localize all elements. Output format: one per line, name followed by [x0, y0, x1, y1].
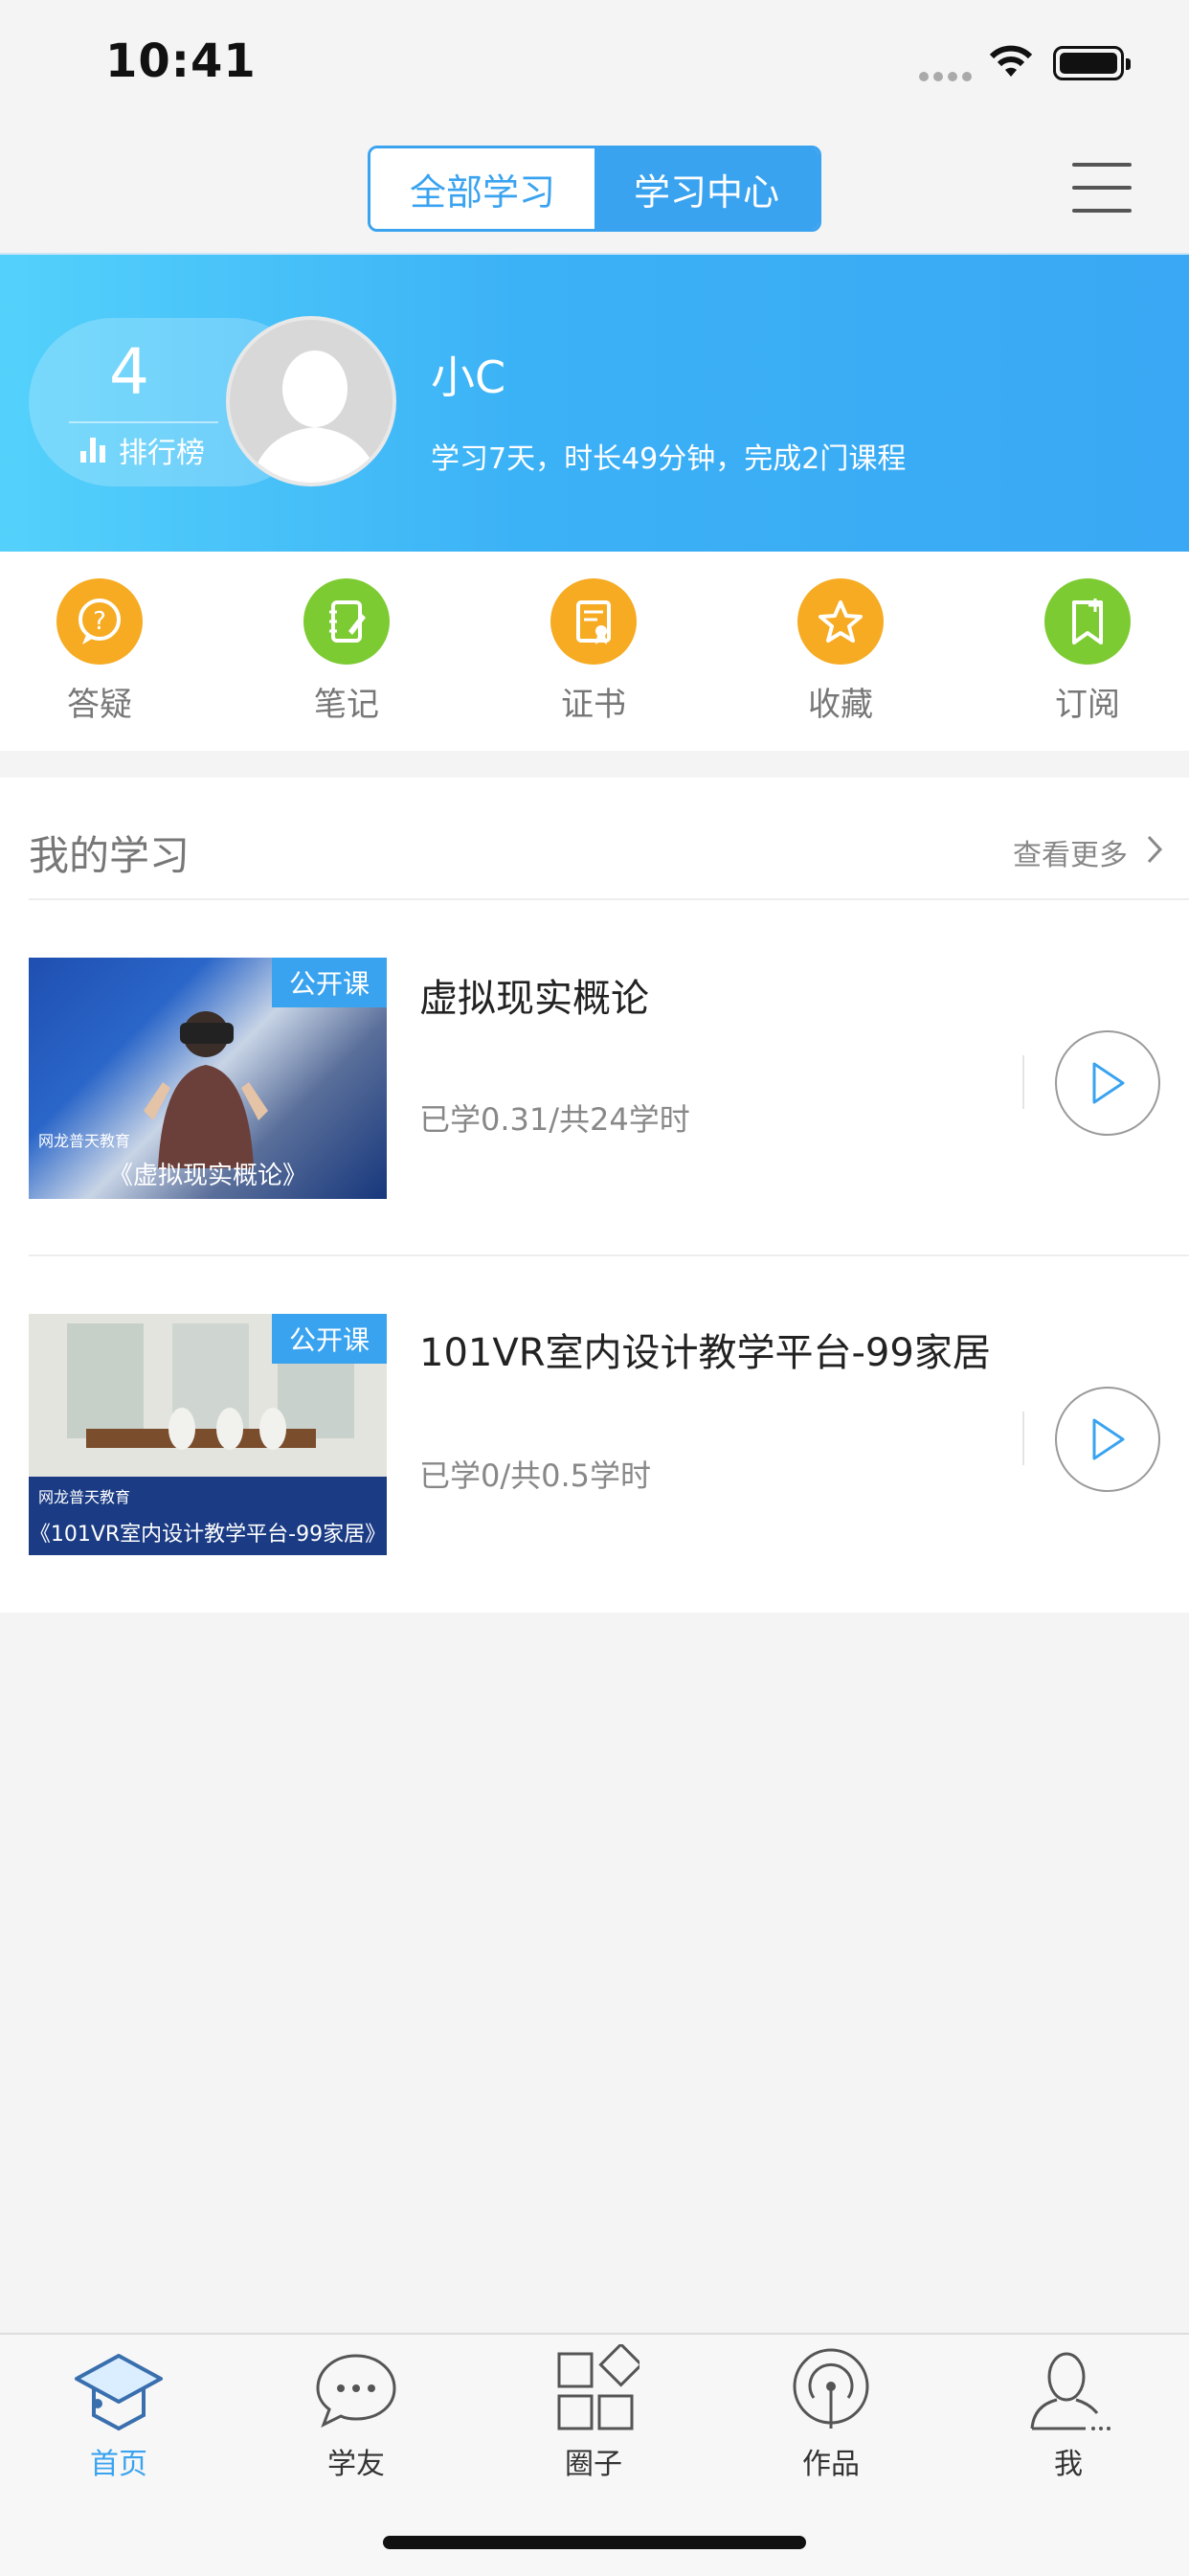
- thumbnail-caption: 《虚拟现实概论》: [107, 1162, 307, 1190]
- course-progress: 已学0/共0.5学时: [419, 1457, 652, 1494]
- tab-friends[interactable]: 学友: [280, 2344, 433, 2482]
- learning-stats: 学习7天，时长49分钟，完成2门课程: [431, 442, 907, 476]
- vertical-divider: [1022, 1412, 1024, 1465]
- action-qa[interactable]: ? 答疑: [23, 578, 176, 725]
- course-title[interactable]: 101VR室内设计教学平台-99家居: [419, 1322, 991, 1377]
- tab-all-learning[interactable]: 全部学习: [370, 148, 594, 229]
- username: 小C: [431, 351, 506, 403]
- home-indicator: [383, 2536, 806, 2549]
- wifi-icon: [989, 45, 1033, 77]
- course-progress: 已学0.31/共24学时: [419, 1101, 690, 1138]
- tab-home-label: 首页: [90, 2448, 147, 2481]
- user-icon: [1030, 2352, 1110, 2430]
- action-certificate[interactable]: 证书: [517, 578, 670, 725]
- play-button[interactable]: [1055, 1030, 1160, 1136]
- action-notes-label: 笔记: [314, 686, 379, 724]
- hamburger-icon[interactable]: [1072, 163, 1132, 216]
- course-thumbnail[interactable]: 公开课 网龙普天教育 《虚拟现实概论》: [29, 958, 387, 1199]
- graduation-cap-icon: [75, 2354, 163, 2431]
- segmented-control: 全部学习 学习中心: [368, 146, 821, 232]
- vertical-divider: [1022, 1055, 1024, 1109]
- play-icon: [1092, 1062, 1125, 1104]
- tab-circles-label: 圈子: [565, 2448, 622, 2481]
- bookmark-plus-icon: [1044, 578, 1131, 665]
- thumbnail-brand: 网龙普天教育: [38, 1488, 131, 1506]
- tab-me[interactable]: 我: [992, 2344, 1145, 2482]
- question-bubble-icon: ?: [56, 578, 143, 665]
- battery-icon: [1053, 46, 1131, 80]
- action-favorites-label: 收藏: [808, 686, 873, 724]
- action-qa-label: 答疑: [67, 686, 132, 724]
- action-subscribe-label: 订阅: [1055, 686, 1120, 724]
- action-certificate-label: 证书: [561, 686, 626, 724]
- public-course-badge: 公开课: [272, 958, 387, 1007]
- rank-divider: [69, 421, 218, 423]
- status-time: 10:41: [105, 34, 257, 88]
- certificate-icon: [550, 578, 637, 665]
- tab-me-label: 我: [1054, 2448, 1083, 2481]
- chat-bubble-icon: [316, 2354, 396, 2429]
- tab-learning-center[interactable]: 学习中心: [594, 148, 819, 229]
- tab-works-label: 作品: [802, 2448, 860, 2481]
- play-icon: [1092, 1418, 1125, 1460]
- cellular-signal-icon: [919, 67, 976, 81]
- default-avatar-icon: [250, 350, 380, 483]
- grid-apps-icon: [557, 2342, 643, 2430]
- tab-friends-label: 学友: [327, 2448, 385, 2481]
- bar-chart-icon: [80, 438, 109, 463]
- action-subscribe[interactable]: 订阅: [1011, 578, 1164, 725]
- notebook-icon: [303, 578, 390, 665]
- course-title[interactable]: 虚拟现实概论: [419, 967, 649, 1023]
- broadcast-icon: [793, 2348, 869, 2429]
- section-title: 我的学习: [29, 832, 191, 879]
- chevron-right-icon[interactable]: [1145, 833, 1164, 866]
- svg-text:?: ?: [93, 607, 106, 636]
- play-button[interactable]: [1055, 1387, 1160, 1492]
- tab-circles[interactable]: 圈子: [517, 2342, 670, 2482]
- rank-number: 4: [109, 335, 149, 409]
- thumbnail-brand: 网龙普天教育: [38, 1132, 131, 1150]
- thumbnail-caption: 《101VR室内设计教学平台-99家居》: [29, 1523, 387, 1547]
- action-notes[interactable]: 笔记: [270, 578, 423, 725]
- rank-label: 排行榜: [119, 437, 205, 470]
- section-divider: [29, 898, 1189, 900]
- view-more-link[interactable]: 查看更多: [1013, 831, 1128, 873]
- action-favorites[interactable]: 收藏: [764, 578, 917, 725]
- course-thumbnail[interactable]: 公开课 网龙普天教育 《101VR室内设计教学平台-99家居》: [29, 1314, 387, 1555]
- vr-person-image: [144, 1011, 268, 1168]
- tab-home[interactable]: 首页: [42, 2344, 195, 2482]
- row-divider: [29, 1254, 1189, 1256]
- public-course-badge: 公开课: [272, 1314, 387, 1364]
- quick-actions: ? 答疑 笔记 证书 收藏 订阅: [0, 552, 1189, 751]
- avatar[interactable]: [226, 316, 396, 486]
- rank-label-group[interactable]: 排行榜: [80, 429, 205, 471]
- tab-works[interactable]: 作品: [754, 2344, 908, 2482]
- star-icon: [797, 578, 884, 665]
